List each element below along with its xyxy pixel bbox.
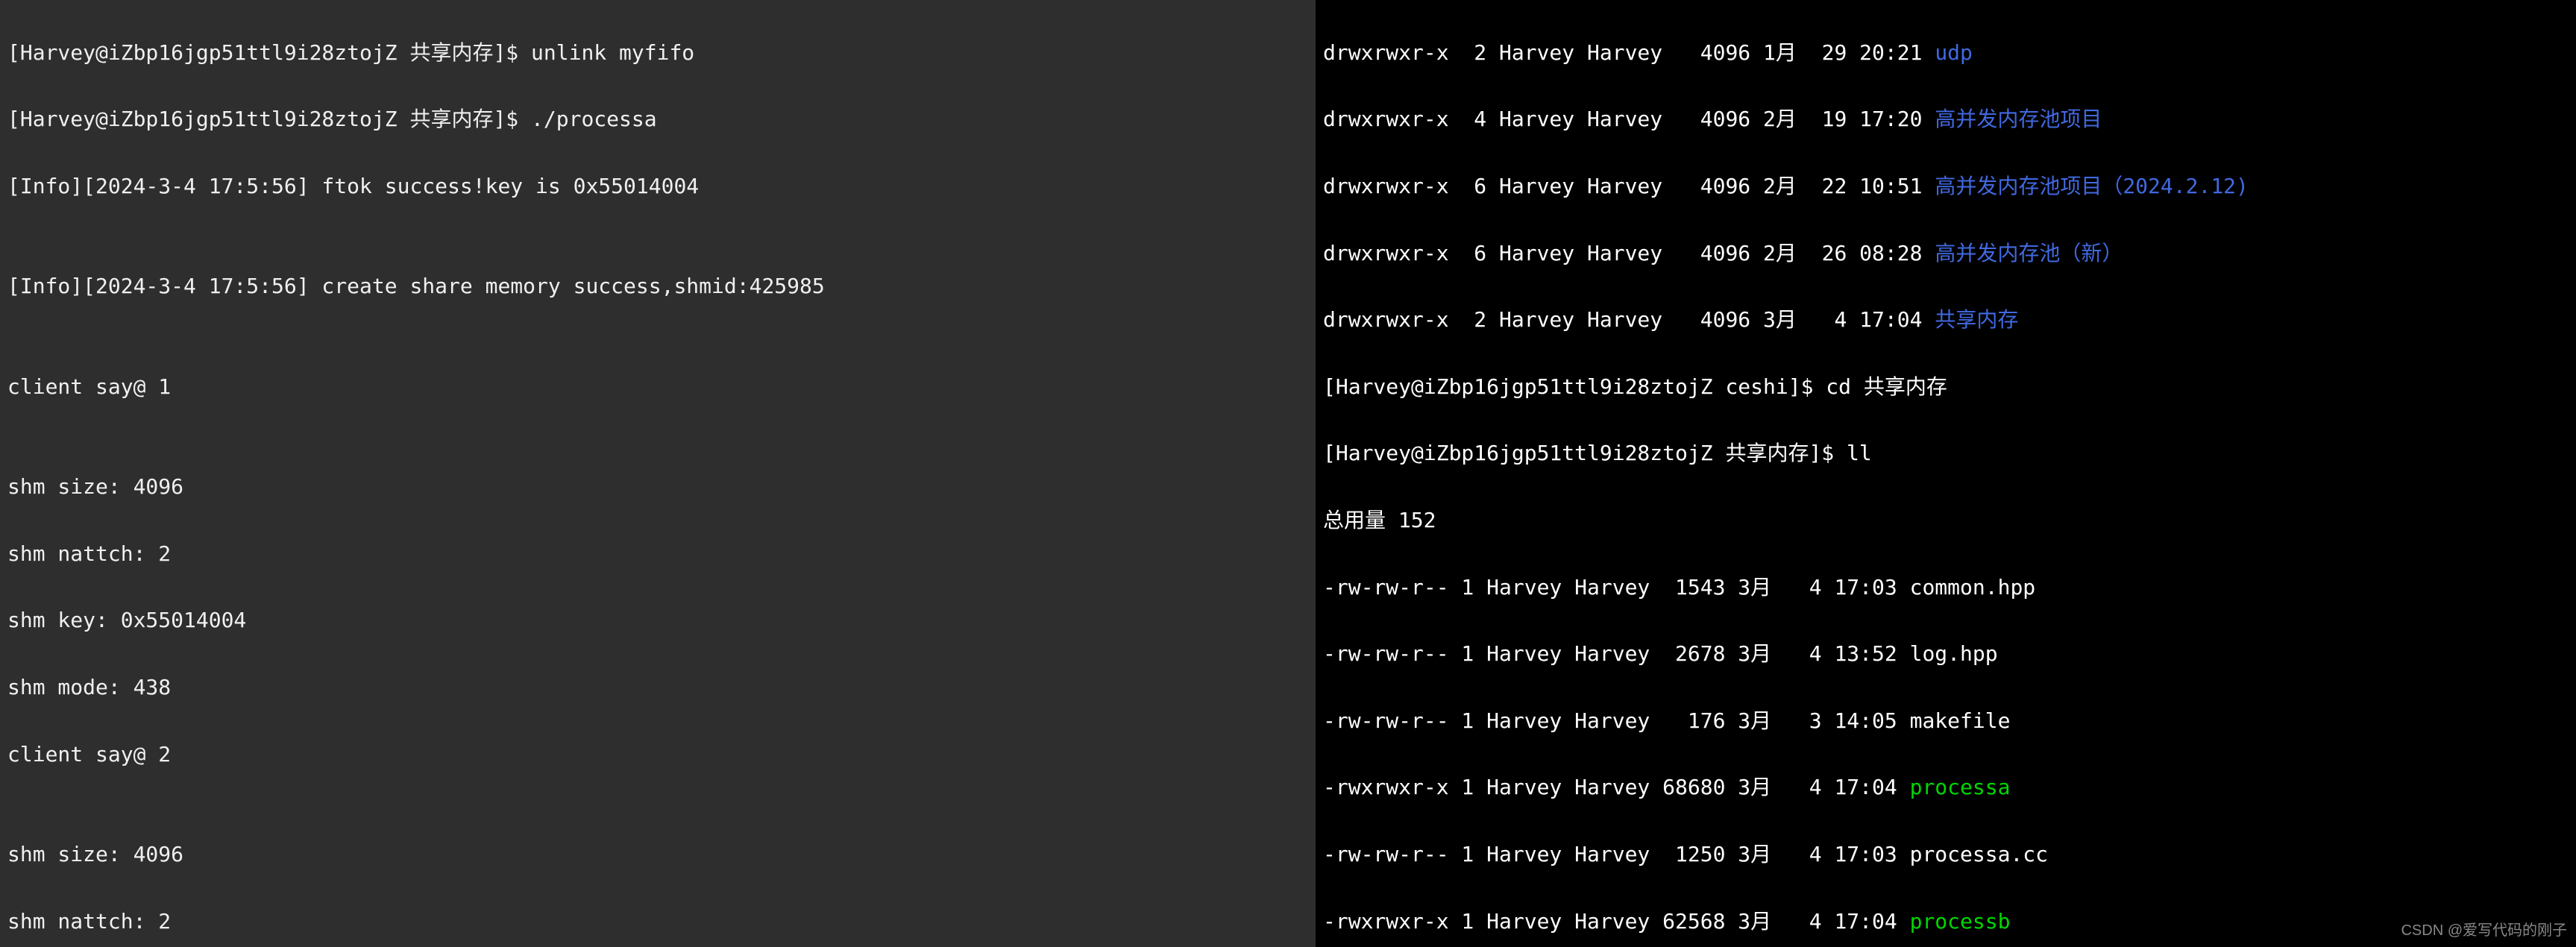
terminal-line: shm size: 4096 xyxy=(7,838,1308,872)
ls-entry: drwxrwxr-x 6 Harvey Harvey 4096 2月 22 10… xyxy=(1323,170,2569,204)
ls-entry: drwxrwxr-x 6 Harvey Harvey 4096 2月 26 08… xyxy=(1323,237,2569,271)
directory-name: 高并发内存池项目（2024.2.12) xyxy=(1935,174,2249,198)
directory-name: 高并发内存池项目 xyxy=(1935,107,2102,131)
terminal-line: [Harvey@iZbp16jgp51ttl9i28ztojZ 共享内存]$ .… xyxy=(7,103,1308,136)
terminal-line: client say@ 1 xyxy=(7,371,1308,404)
ls-entry: -rwxrwxr-x 1 Harvey Harvey 68680 3月 4 17… xyxy=(1323,771,2569,805)
executable-name: processb xyxy=(1910,909,2011,934)
ls-entry: -rw-rw-r-- 1 Harvey Harvey 1250 3月 4 17:… xyxy=(1323,838,2569,872)
terminal-line: shm mode: 438 xyxy=(7,671,1308,705)
terminal-line: [Harvey@iZbp16jgp51ttl9i28ztojZ 共享内存]$ u… xyxy=(7,37,1308,70)
ls-entry: -rw-rw-r-- 1 Harvey Harvey 1543 3月 4 17:… xyxy=(1323,571,2569,605)
terminal-line: shm nattch: 2 xyxy=(7,538,1308,571)
terminal-line: [Harvey@iZbp16jgp51ttl9i28ztojZ ceshi]$ … xyxy=(1323,371,2569,404)
terminal-line: shm size: 4096 xyxy=(7,471,1308,504)
ls-entry: -rwxrwxr-x 1 Harvey Harvey 62568 3月 4 17… xyxy=(1323,905,2569,939)
terminal-line: [Harvey@iZbp16jgp51ttl9i28ztojZ 共享内存]$ l… xyxy=(1323,437,2569,471)
terminal-line: shm key: 0x55014004 xyxy=(7,604,1308,638)
terminal-left-pane[interactable]: [Harvey@iZbp16jgp51ttl9i28ztojZ 共享内存]$ u… xyxy=(0,0,1316,947)
directory-name: udp xyxy=(1935,40,1973,65)
ls-entry: -rw-rw-r-- 1 Harvey Harvey 2678 3月 4 13:… xyxy=(1323,638,2569,671)
ls-entry: drwxrwxr-x 2 Harvey Harvey 4096 1月 29 20… xyxy=(1323,37,2569,70)
terminal-line: shm nattch: 2 xyxy=(7,905,1308,939)
ls-entry: -rw-rw-r-- 1 Harvey Harvey 176 3月 3 14:0… xyxy=(1323,705,2569,738)
terminal-line: [Info][2024-3-4 17:5:56] create share me… xyxy=(7,270,1308,303)
terminal-line: 总用量 152 xyxy=(1323,504,2569,538)
watermark-text: CSDN @爱写代码的刚子 xyxy=(2401,919,2567,943)
directory-name: 高并发内存池（新） xyxy=(1935,241,2123,265)
terminal-right-pane[interactable]: drwxrwxr-x 2 Harvey Harvey 4096 1月 29 20… xyxy=(1316,0,2576,947)
terminal-line: [Info][2024-3-4 17:5:56] ftok success!ke… xyxy=(7,170,1308,204)
terminal-line: client say@ 2 xyxy=(7,738,1308,772)
ls-entry: drwxrwxr-x 4 Harvey Harvey 4096 2月 19 17… xyxy=(1323,103,2569,136)
ls-entry: drwxrwxr-x 2 Harvey Harvey 4096 3月 4 17:… xyxy=(1323,303,2569,337)
executable-name: processa xyxy=(1910,775,2011,799)
directory-name: 共享内存 xyxy=(1935,307,2018,332)
